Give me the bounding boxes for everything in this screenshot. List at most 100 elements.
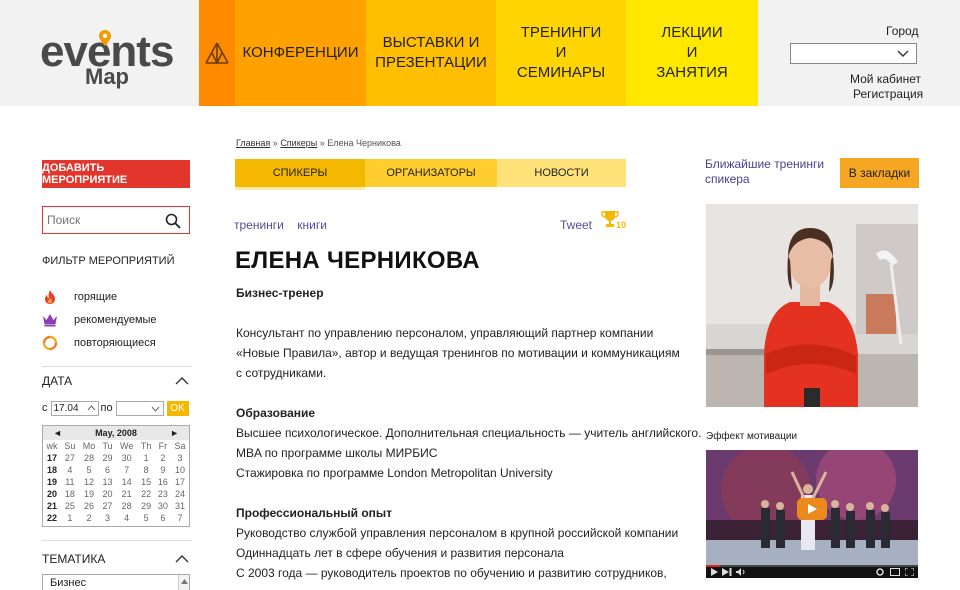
video-player[interactable] [706,450,918,578]
calendar: ◄ May, 2008 ► wk Su Mo Tu We Th Fr Sa 17… [42,425,190,527]
chevron-up-icon[interactable] [175,555,189,563]
calendar-day[interactable]: 28 [116,500,138,512]
calendar-day[interactable]: 18 [61,488,79,500]
week-number: 20 [46,489,57,499]
date-to-select[interactable] [115,400,164,416]
logo[interactable]: events Map [40,30,180,96]
register-link[interactable]: Регистрация [853,87,923,101]
calendar-day[interactable]: 13 [99,476,116,488]
calendar-day[interactable]: 3 [171,452,189,464]
calendar-day[interactable]: 17 [171,476,189,488]
calendar-day[interactable]: 22 [138,488,155,500]
search-icon[interactable] [165,213,181,229]
calendar-day[interactable]: 16 [155,476,171,488]
calendar-day[interactable]: 8 [138,464,155,476]
calendar-day[interactable]: 29 [138,500,155,512]
city-select[interactable] [790,43,917,64]
calendar-day[interactable]: 30 [116,452,138,464]
nearest-trainings-link[interactable]: Ближайшие тренинги спикера [705,157,835,187]
calendar-week: 17 27 28 29 30 1 2 3 [43,452,189,464]
date-from-input[interactable]: 17.04 [50,400,99,416]
calendar-day[interactable]: 30 [155,500,171,512]
calendar-next-button[interactable]: ► [170,428,179,438]
breadcrumb-speakers[interactable]: Спикеры [280,138,317,148]
theme-list[interactable]: Бизнес [42,574,190,590]
nav-tab-conferences[interactable]: КОНФЕРЕНЦИИ [235,0,366,106]
calendar-day[interactable]: 27 [99,500,116,512]
tab-news[interactable]: НОВОСТИ [497,159,626,187]
theme-item[interactable]: Бизнес [50,577,86,589]
trophy-rating[interactable]: 10 [601,210,627,232]
calendar-day[interactable]: 23 [155,488,171,500]
nav-active-marker [199,0,235,106]
calendar-day[interactable]: 3 [99,512,116,524]
weekday: We [120,441,134,451]
calendar-day[interactable]: 5 [79,464,99,476]
calendar-day[interactable]: 15 [138,476,155,488]
calendar-day[interactable]: 28 [79,452,99,464]
calendar-day[interactable]: 25 [61,500,79,512]
date-ok-button[interactable]: OK [166,400,189,416]
play-button[interactable] [797,498,827,520]
experience-title: Профессиональный опыт [236,506,393,520]
calendar-day[interactable]: 1 [61,512,79,524]
calendar-prev-button[interactable]: ◄ [53,428,62,438]
tab-speakers[interactable]: СПИКЕРЫ [235,159,365,187]
calendar-day[interactable]: 20 [99,488,116,500]
calendar-day[interactable]: 24 [171,488,189,500]
calendar-day[interactable]: 21 [116,488,138,500]
calendar-day[interactable]: 5 [138,512,155,524]
calendar-day[interactable]: 27 [61,452,79,464]
volume-icon[interactable] [736,568,746,576]
video-title: Эффект мотивации [706,431,798,442]
nearest-trainings-label: Ближайшие тренинги спикера [705,157,825,186]
settings-icon[interactable] [876,568,884,576]
tag-list: тренинги книги [234,218,337,232]
play-icon [808,504,817,514]
map-pin-icon [99,30,111,46]
calendar-day[interactable]: 12 [79,476,99,488]
fullscreen-icon[interactable] [905,568,914,576]
filter-recommended[interactable]: рекомендуемые [42,311,157,329]
calendar-day[interactable]: 4 [116,512,138,524]
calendar-day[interactable]: 6 [155,512,171,524]
tweet-button[interactable]: Tweet [560,218,592,232]
calendar-day[interactable]: 2 [79,512,99,524]
calendar-day[interactable]: 7 [116,464,138,476]
calendar-day[interactable]: 31 [171,500,189,512]
tab-organizers[interactable]: ОРГАНИЗАТОРЫ [365,159,497,187]
play-icon[interactable] [710,568,718,576]
calendar-day[interactable]: 6 [99,464,116,476]
scrollbar[interactable] [178,575,189,590]
calendar-day[interactable]: 9 [155,464,171,476]
filter-label: повторяющиеся [74,337,156,349]
tab-label: НОВОСТИ [534,167,589,179]
calendar-day[interactable]: 7 [171,512,189,524]
week-number: 19 [46,477,57,487]
calendar-day[interactable]: 1 [138,452,155,464]
calendar-day[interactable]: 29 [99,452,116,464]
nav-tab-trainings[interactable]: ТРЕНИНГИ И СЕМИНАРЫ [496,0,626,106]
calendar-day[interactable]: 26 [79,500,99,512]
filter-hot[interactable]: горящие [42,288,117,306]
breadcrumb-home[interactable]: Главная [236,138,270,148]
theater-mode-icon[interactable] [890,568,900,576]
nav-tab-exhibitions[interactable]: ВЫСТАВКИ И ПРЕЗЕНТАЦИИ [366,0,496,106]
add-event-button[interactable]: ДОБАВИТЬ МЕРОПРИЯТИЕ [42,160,190,188]
calendar-day[interactable]: 10 [171,464,189,476]
my-cabinet-link[interactable]: Мой кабинет [850,72,921,86]
filter-repeating[interactable]: повторяющиеся [42,334,156,352]
search-input[interactable] [47,211,157,229]
calendar-day[interactable]: 11 [61,476,79,488]
calendar-day[interactable]: 4 [61,464,79,476]
date-range: с 17.04 по OK [42,400,192,416]
next-icon[interactable] [722,568,732,576]
bookmark-button[interactable]: В закладки [840,158,919,188]
calendar-day[interactable]: 2 [155,452,171,464]
tag-books[interactable]: книги [297,218,327,232]
nav-tab-lectures[interactable]: ЛЕКЦИИ И ЗАНЯТИЯ [626,0,758,106]
chevron-up-icon[interactable] [175,377,189,385]
calendar-day[interactable]: 14 [116,476,138,488]
tag-trainings[interactable]: тренинги [234,218,284,232]
calendar-day[interactable]: 19 [79,488,99,500]
